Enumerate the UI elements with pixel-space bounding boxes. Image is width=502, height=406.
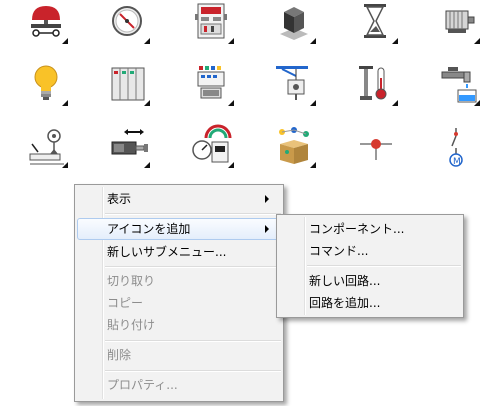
menu-item-label: 切り取り — [107, 274, 156, 288]
menu-item-label: 回路を追加... — [309, 296, 381, 310]
hourglass-icon[interactable] — [354, 0, 398, 44]
menu-separator — [105, 340, 281, 342]
menu-item-label: アイコンを追加 — [107, 222, 191, 236]
push-button-icon[interactable] — [24, 0, 68, 44]
menu-separator — [105, 213, 281, 215]
meters-icon[interactable] — [190, 124, 234, 168]
menu-item-cut[interactable]: 切り取り — [77, 270, 281, 292]
menu-item-view[interactable]: 表示 — [77, 188, 281, 210]
submenu-item-add-circuit[interactable]: 回路を追加... — [279, 292, 461, 314]
motor-symbol-icon[interactable]: M — [436, 124, 480, 168]
menu-item-label: 貼り付け — [107, 318, 156, 332]
submenu-item-new-circuit[interactable]: 新しい回路... — [279, 270, 461, 292]
svg-text:M: M — [453, 157, 461, 167]
cylinder-icon[interactable] — [106, 124, 150, 168]
junction-node-icon[interactable] — [354, 124, 398, 168]
menu-item-label: 削除 — [107, 348, 132, 362]
submenu-arrow-icon — [265, 195, 269, 203]
menu-item-label: 新しい回路... — [309, 274, 381, 288]
menu-item-properties[interactable]: プロパティ... — [77, 374, 281, 396]
menu-item-copy[interactable]: コピー — [77, 292, 281, 314]
control-panel-icon[interactable] — [190, 0, 234, 44]
submenu-item-command[interactable]: コマンド... — [279, 240, 461, 262]
add-icon-submenu: コンポーネント... コマンド... 新しい回路... 回路を追加... — [276, 214, 464, 318]
menu-item-paste[interactable]: 貼り付け — [77, 314, 281, 336]
plc-module-icon[interactable] — [190, 62, 234, 106]
menu-item-label: コピー — [107, 296, 144, 310]
menu-separator — [105, 370, 281, 372]
sensor-icon[interactable] — [24, 124, 68, 168]
faucet-icon[interactable] — [436, 62, 480, 106]
hoist-icon[interactable] — [272, 62, 316, 106]
context-menu: 表示 アイコンを追加 新しいサブメニュー... 切り取り コピー 貼り付け 削除… — [74, 184, 284, 402]
menu-separator — [307, 265, 461, 267]
submenu-arrow-icon — [265, 225, 269, 233]
motor-icon[interactable] — [436, 0, 480, 44]
gauge-icon[interactable] — [106, 0, 150, 44]
thermometer-icon[interactable] — [354, 62, 398, 106]
lightbulb-icon[interactable] — [24, 62, 68, 106]
submenu-item-component[interactable]: コンポーネント... — [279, 218, 461, 240]
menu-item-label: 新しいサブメニュー... — [107, 245, 227, 259]
package-network-icon[interactable] — [272, 124, 316, 168]
menu-item-label: プロパティ... — [107, 378, 178, 392]
menu-separator — [105, 266, 281, 268]
menu-item-label: 表示 — [107, 192, 132, 206]
menu-item-new-submenu[interactable]: 新しいサブメニュー... — [77, 241, 281, 263]
cabinet-icon[interactable] — [106, 62, 150, 106]
menu-item-label: コマンド... — [309, 244, 369, 258]
menu-item-label: コンポーネント... — [309, 222, 405, 236]
menu-item-add-icon[interactable]: アイコンを追加 — [77, 218, 281, 240]
box-icon[interactable] — [272, 0, 316, 44]
menu-item-delete[interactable]: 削除 — [77, 344, 281, 366]
